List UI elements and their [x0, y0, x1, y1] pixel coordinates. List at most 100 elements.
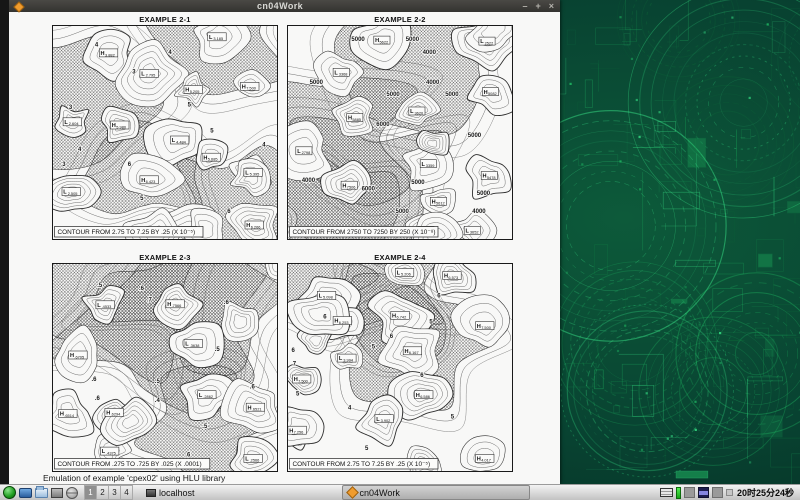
- browser-icon[interactable]: [66, 487, 78, 499]
- svg-text:L: L: [102, 449, 106, 455]
- maximize-button[interactable]: +: [535, 0, 540, 12]
- window-title: cn04Work: [0, 0, 560, 12]
- contour-level-label: 5000: [310, 80, 324, 86]
- minimize-button[interactable]: –: [522, 0, 527, 12]
- panel-title: EXAMPLE 2-1: [52, 14, 278, 25]
- contour-level-label: 5000: [396, 209, 410, 215]
- extremum-marker: H.6514: [59, 410, 78, 418]
- taskbar-clock[interactable]: 20时25分24秒: [737, 486, 794, 499]
- workspace-pager: 1234: [84, 485, 133, 500]
- svg-text:5.685: 5.685: [208, 157, 218, 162]
- svg-text:6.167: 6.167: [409, 350, 419, 355]
- extremum-marker: L5.206: [395, 268, 414, 276]
- extremum-marker: L3.994: [338, 354, 357, 362]
- svg-text:.6705: .6705: [74, 354, 84, 359]
- workspace-cell-2[interactable]: 2: [97, 485, 109, 500]
- svg-text:.3638: .3638: [190, 343, 200, 348]
- show-desktop-corner-icon[interactable]: [726, 489, 733, 496]
- svg-text:5622: 5622: [380, 39, 389, 44]
- image-viewer-icon[interactable]: [51, 488, 63, 498]
- tray-app-3-icon[interactable]: [712, 487, 723, 498]
- desktop-screen: cn04Work – + × EXAMPLE 2-1 434534654356H…: [0, 0, 800, 500]
- contour-level-label: .5: [155, 379, 161, 385]
- svg-text:7.500: 7.500: [246, 86, 257, 91]
- extremum-marker: H6.742: [391, 311, 410, 319]
- svg-text:7506: 7506: [347, 185, 356, 190]
- contour-level-label: 5000: [445, 92, 459, 98]
- svg-text:CONTOUR FROM 2.75 TO 7.25 BY .: CONTOUR FROM 2.75 TO 7.25 BY .25 (X 10⁻⁵…: [293, 461, 431, 468]
- extremum-marker: H5885: [347, 114, 363, 122]
- contour-plot: .5.6.7.6.5.5.6.6.4.6.5.6L.4533H.7566H.67…: [52, 263, 278, 472]
- svg-text:6.266: 6.266: [251, 224, 261, 229]
- contour-level-label: .4: [155, 398, 161, 404]
- extremum-marker: H3.882: [99, 49, 118, 57]
- extremum-marker: L.3638: [184, 340, 203, 348]
- svg-text:6.423: 6.423: [146, 179, 156, 184]
- launcher-area: [3, 486, 78, 499]
- extremum-marker: H.6521: [246, 403, 265, 411]
- task-button-cn04work[interactable]: cn04Work: [342, 485, 530, 500]
- extremum-marker: H6.423: [140, 176, 159, 184]
- workspace-cell-4[interactable]: 4: [121, 485, 133, 500]
- extremum-marker: L5.395: [244, 168, 263, 176]
- contour-info-box: CONTOUR FROM 2.75 TO 7.25 BY .25 (X 10⁻⁵…: [290, 459, 439, 470]
- svg-text:L: L: [63, 190, 67, 196]
- svg-text:L: L: [339, 356, 343, 362]
- show-desktop-icon[interactable]: [19, 488, 32, 498]
- svg-text:.6521: .6521: [252, 407, 262, 412]
- svg-text:2798: 2798: [302, 150, 311, 155]
- svg-text:L: L: [64, 120, 68, 126]
- panel-title: EXAMPLE 2-2: [287, 14, 513, 25]
- svg-text:H: H: [112, 123, 116, 129]
- contour-level-label: .6: [92, 377, 98, 383]
- extremum-marker: H5622: [374, 36, 390, 44]
- extremum-marker: H6.573: [443, 272, 462, 280]
- svg-text:5612: 5612: [436, 201, 445, 206]
- svg-text:L: L: [172, 138, 176, 144]
- extremum-marker: H4.017: [476, 454, 495, 462]
- tray-app-2-icon[interactable]: [698, 487, 709, 498]
- start-menu-icon[interactable]: [3, 486, 16, 499]
- svg-text:.2566: .2566: [250, 458, 260, 463]
- taskbar: 1234 localhost cn04Work 20时25分24秒: [0, 484, 800, 500]
- contour-panel-2: EXAMPLE 2-2 5000500040004000500050005000…: [287, 14, 513, 240]
- contour-level-label: .5: [202, 424, 208, 430]
- extremum-marker: H5.980: [111, 121, 130, 129]
- extremum-marker: H6.167: [403, 347, 422, 355]
- svg-text:L: L: [466, 228, 470, 234]
- svg-text:5.205: 5.205: [190, 89, 200, 94]
- extremum-marker: H.7566: [166, 300, 185, 308]
- svg-text:.2862: .2862: [203, 394, 213, 399]
- keyboard-layout-icon[interactable]: [660, 488, 673, 497]
- svg-text:3359: 3359: [426, 163, 435, 168]
- close-button[interactable]: ×: [549, 0, 554, 12]
- extremum-marker: L2.604: [63, 118, 82, 126]
- contour-panel-4: EXAMPLE 2-4 665656764555L5.206H6.573L5.0…: [287, 252, 513, 472]
- svg-text:6.586: 6.586: [420, 394, 430, 399]
- contour-level-label: 4000: [302, 178, 316, 184]
- svg-text:.4375: .4375: [106, 450, 116, 455]
- svg-text:5082: 5082: [488, 91, 497, 96]
- extremum-marker: L3620: [409, 107, 425, 115]
- contour-plot: 5000500040004000500050005000600050004000…: [287, 25, 513, 240]
- svg-text:L: L: [97, 303, 101, 309]
- task-button-localhost[interactable]: localhost: [141, 486, 200, 499]
- contour-level-label: 5000: [468, 133, 482, 139]
- contour-info-box: CONTOUR FROM 2.75 TO 7.25 BY .25 (X 10⁻⁵…: [55, 227, 204, 238]
- cpu-meter-icon[interactable]: [676, 487, 681, 499]
- svg-text:3.902: 3.902: [381, 418, 391, 423]
- svg-text:.4533: .4533: [102, 304, 112, 309]
- workspace-cell-3[interactable]: 3: [109, 485, 121, 500]
- svg-text:.7566: .7566: [172, 303, 182, 308]
- extremum-marker: H5.685: [202, 153, 221, 161]
- svg-text:5885: 5885: [352, 117, 361, 122]
- file-manager-icon[interactable]: [35, 488, 48, 498]
- tray-app-1-icon[interactable]: [684, 487, 695, 498]
- svg-text:L: L: [185, 342, 189, 348]
- svg-text:L: L: [410, 109, 414, 115]
- contour-plot: 434534654356H3.882L3.185L2.795H5.205H7.5…: [52, 25, 278, 240]
- svg-text:5.980: 5.980: [116, 124, 127, 129]
- contour-level-label: .7: [147, 298, 153, 304]
- workspace-cell-1[interactable]: 1: [85, 485, 97, 500]
- window-titlebar[interactable]: cn04Work – + ×: [0, 0, 560, 12]
